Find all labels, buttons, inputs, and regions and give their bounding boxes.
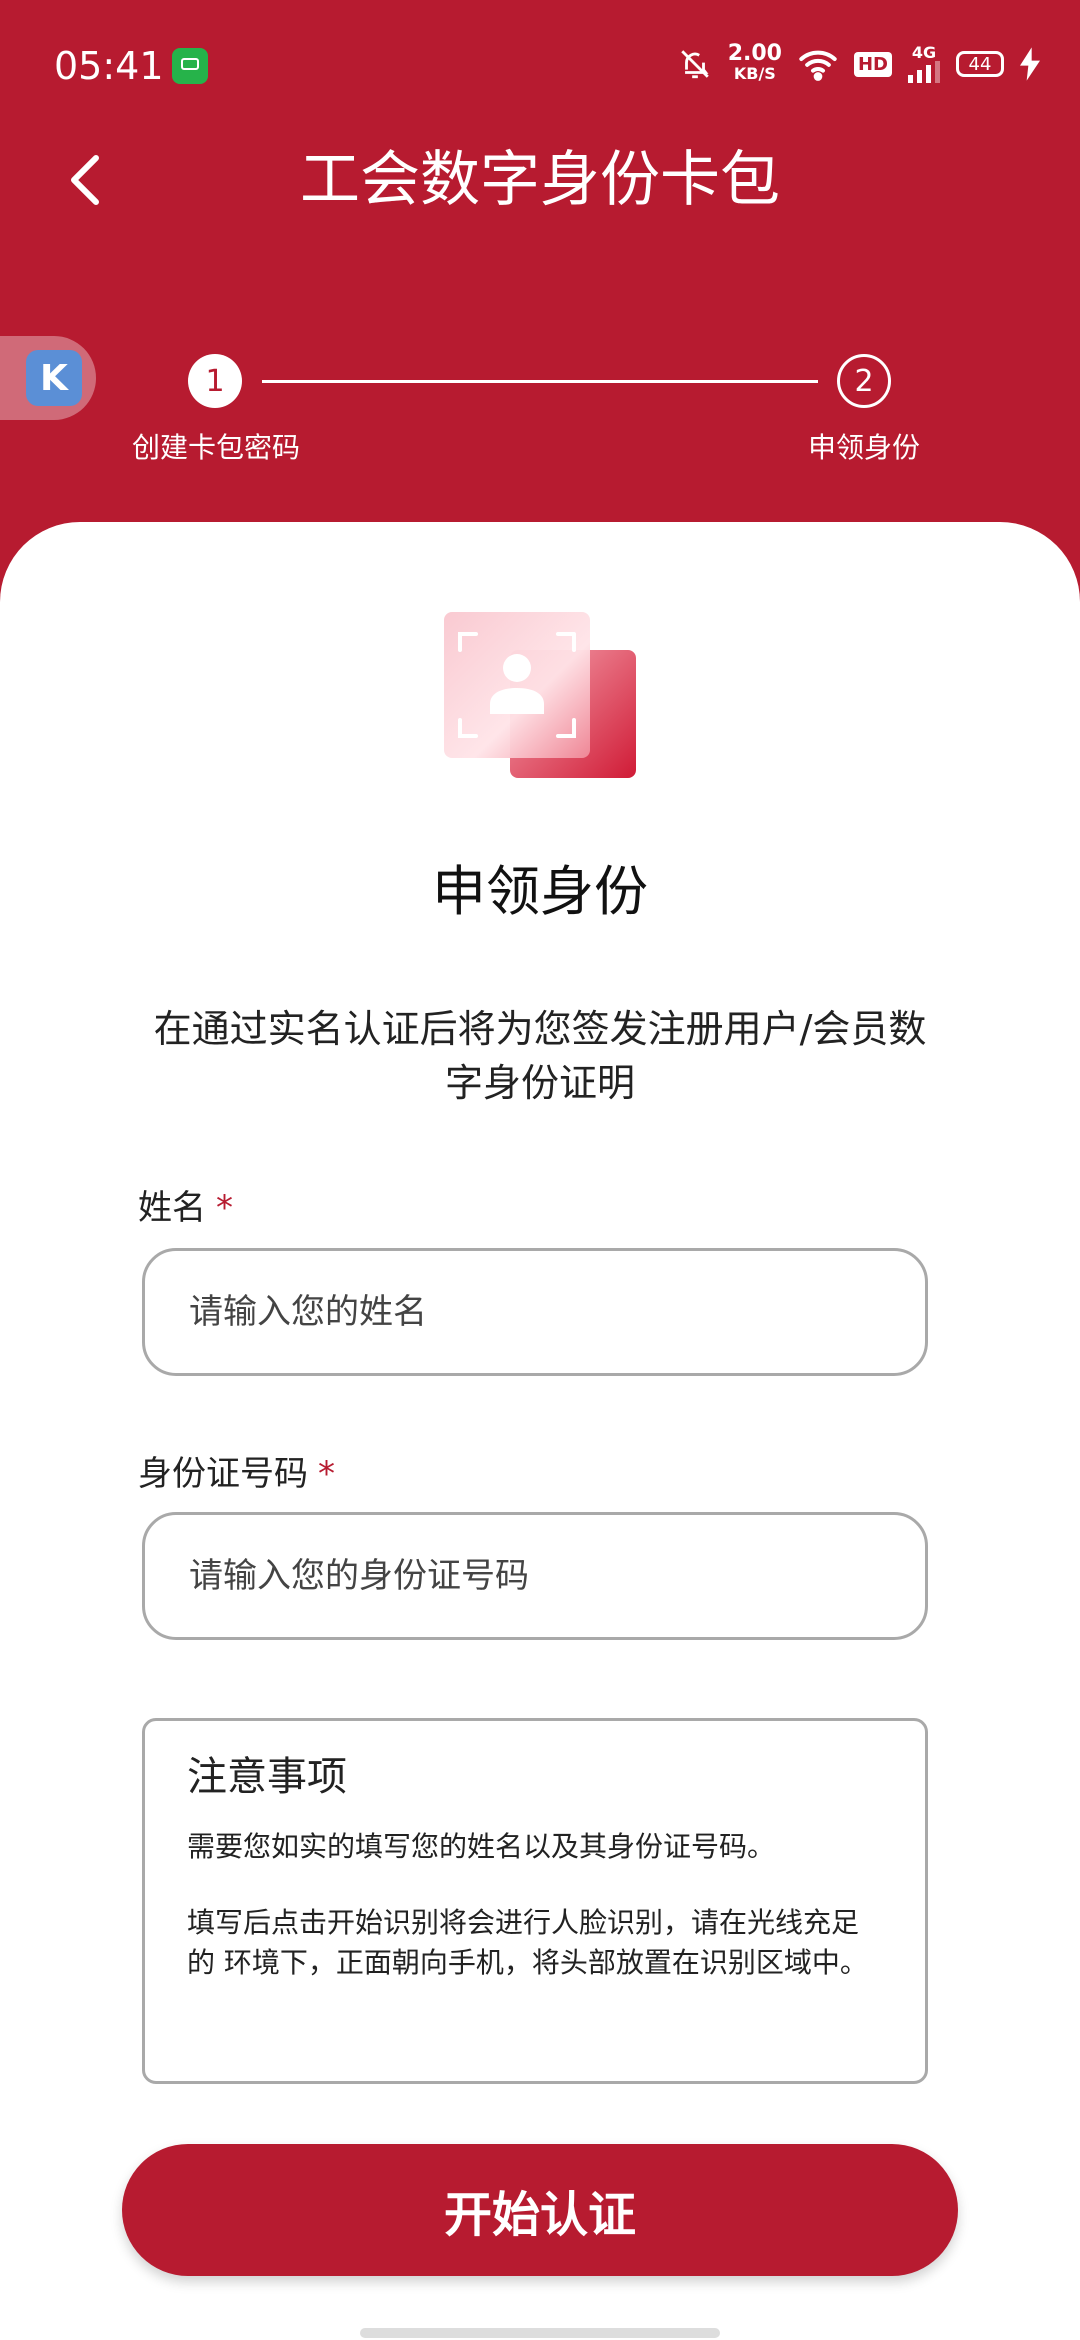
step-2-label: 申领身份 [807, 431, 920, 464]
start-verification-button[interactable]: 开始认证 [122, 2144, 958, 2276]
step-1-label: 创建卡包密码 [131, 431, 300, 464]
wifi-icon [799, 50, 837, 81]
id-number-input[interactable] [145, 1515, 925, 1637]
id-card-icon [444, 612, 636, 778]
hd-badge: HD [853, 51, 892, 77]
page-title: 工会数字身份卡包 [300, 145, 780, 215]
name-input[interactable] [145, 1251, 925, 1373]
status-time: 05:41 [54, 44, 164, 88]
id-number-label: 身份证号码 [138, 1454, 308, 1494]
id-label-row: 身份证号码 * [138, 1450, 335, 1498]
battery-icon: 44 [956, 51, 1004, 77]
notice-paragraph: 填写后点击开始识别将会进行人脸识别，请在光线充足的 环境下，正面朝向手机，将头部… [187, 1906, 868, 1979]
notice-paragraph: 需要您如实的填写您的姓名以及其身份证号码。 [187, 1830, 776, 1863]
net-speed-unit: KB/S [733, 64, 776, 83]
net-speed-value: 2.00 [727, 41, 782, 66]
status-icons: 2.00 KB/S HD 4G 44 [678, 40, 1040, 88]
signal-icon: 4G [908, 45, 940, 83]
net-speed: 2.00 KB/S [727, 41, 782, 84]
k-app-icon: K [26, 350, 82, 406]
name-label-row: 姓名 * [138, 1184, 233, 1232]
floating-assistant-button[interactable]: K [0, 336, 96, 420]
home-indicator[interactable] [360, 2328, 720, 2338]
required-mark: * [216, 1188, 233, 1228]
charging-icon [1020, 47, 1040, 81]
network-label: 4G [911, 43, 937, 62]
notice-box: 注意事项 需要您如实的填写您的姓名以及其身份证号码。 填写后点击开始识别将会进行… [142, 1718, 928, 2084]
name-label: 姓名 [138, 1188, 206, 1228]
message-app-icon [172, 48, 208, 84]
step-connector [262, 380, 818, 383]
signal-bars-icon [908, 61, 940, 83]
required-mark: * [318, 1454, 335, 1494]
name-field-container [142, 1248, 928, 1376]
mute-bell-icon [680, 50, 709, 79]
notice-title: 注意事项 [187, 1754, 347, 1800]
step-1-indicator: 1 [188, 354, 242, 408]
step-2-indicator: 2 [837, 354, 891, 408]
description-text: 在通过实名认证后将为您签发注册用户/会员数字身份证明 [153, 1007, 927, 1105]
id-field-container [142, 1512, 928, 1640]
section-title: 申领身份 [432, 860, 648, 923]
battery-level: 44 [968, 53, 992, 75]
